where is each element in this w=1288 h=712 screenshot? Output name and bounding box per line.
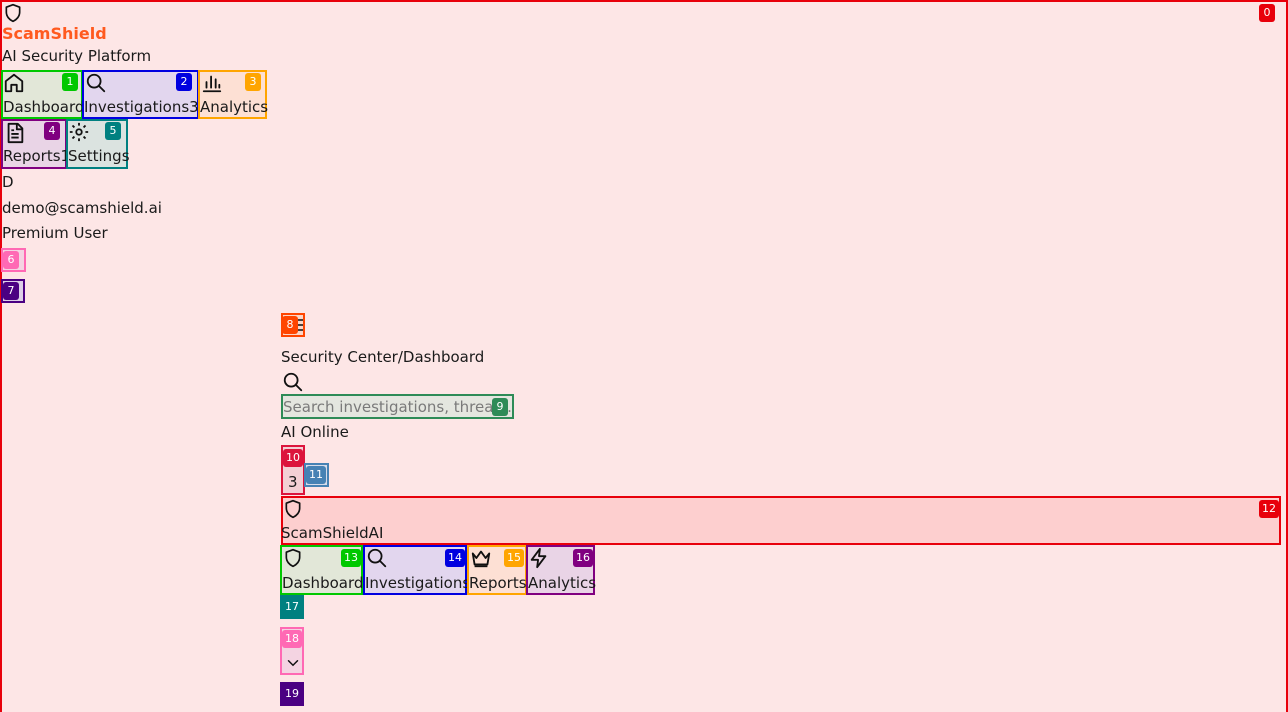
- subnav-label: Analytics: [528, 574, 597, 592]
- search-icon: [366, 547, 388, 569]
- annotation-badge: 11: [306, 466, 326, 484]
- annotation-badge: 18: [282, 630, 302, 648]
- shield-icon: [3, 2, 23, 24]
- annotation-badge: 15: [504, 549, 524, 567]
- subnav-label: Dashboard: [282, 574, 364, 592]
- annotation-badge: 1: [62, 73, 78, 91]
- banner-title: ScamShieldAI: [281, 524, 384, 542]
- user-email: demo@scamshield.ai: [2, 199, 162, 217]
- annotation-badge: 5: [105, 122, 121, 140]
- sidebar-item-label: Settings: [68, 147, 130, 165]
- annotation-badge: 10: [283, 449, 303, 467]
- home-icon: [3, 72, 25, 94]
- subnav-label: Reports: [469, 574, 527, 592]
- annotation-badge: 0: [1259, 4, 1275, 22]
- brand-name: ScamShield: [2, 24, 107, 43]
- annotation-badge: 6: [3, 251, 19, 269]
- sidebar-item-label: Reports: [3, 147, 61, 165]
- annotation-badge: 12: [1259, 500, 1279, 518]
- gear-icon: [68, 121, 90, 143]
- annotation-badge: 19: [282, 685, 302, 703]
- search-icon: [282, 371, 304, 393]
- annotation-badge: 4: [44, 122, 60, 140]
- sidebar-item-label: Investigations: [84, 98, 190, 116]
- file-text-icon: [4, 121, 26, 145]
- annotation-badge: 13: [341, 549, 361, 567]
- annotation-badge: 14: [445, 549, 465, 567]
- shield-icon: [283, 547, 303, 569]
- avatar: D: [2, 173, 14, 191]
- shield-icon: [283, 498, 303, 520]
- app-banner[interactable]: ScamShieldAI: [281, 496, 1281, 545]
- search-icon: [85, 72, 107, 94]
- annotation-badge: 3: [245, 73, 261, 91]
- zap-icon: [528, 547, 550, 569]
- chevron-down-icon: [284, 654, 302, 672]
- sidebar-item-label: Dashboard: [3, 98, 85, 116]
- annotation-badge: 17: [282, 598, 302, 616]
- brand-tagline: AI Security Platform: [2, 47, 152, 65]
- sidebar-item-label: Analytics: [200, 98, 269, 116]
- annotation-badge: 2: [176, 73, 192, 91]
- annotation-badge: 8: [282, 316, 298, 334]
- breadcrumb: Security Center/Dashboard: [281, 348, 485, 366]
- subnav-label: Investigations: [365, 574, 471, 592]
- crown-icon: [469, 547, 493, 569]
- annotation-badge: 9: [492, 398, 508, 416]
- annotation-badge: 7: [3, 282, 19, 300]
- notification-count: 3: [288, 473, 298, 491]
- annotation-badge: 16: [573, 549, 593, 567]
- bar-chart-icon: [201, 72, 223, 94]
- user-plan: Premium User: [2, 224, 108, 242]
- search-input[interactable]: [281, 394, 514, 419]
- ai-status: AI Online: [281, 423, 349, 441]
